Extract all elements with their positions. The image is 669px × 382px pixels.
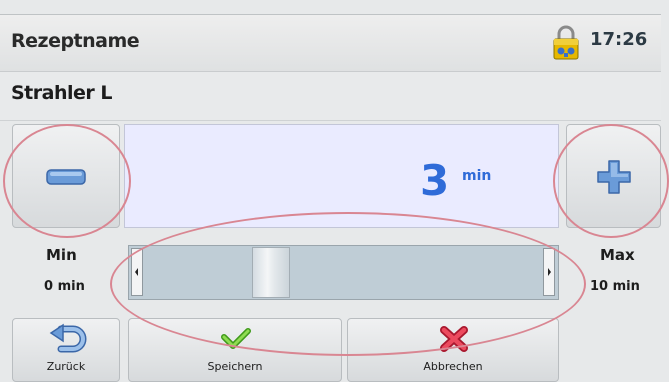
back-label: Zurück — [46, 360, 86, 373]
duration-slider[interactable] — [128, 245, 559, 300]
recipe-screen: Rezeptname 17:26 Strahler L 3 min Min 0 — [0, 0, 669, 382]
decrease-button[interactable] — [12, 124, 120, 228]
save-button[interactable]: Speichern — [128, 318, 342, 382]
recipe-name-title: Rezeptname — [11, 30, 140, 52]
arrow-right-icon — [548, 268, 551, 276]
slider-right-arrow[interactable] — [543, 248, 555, 296]
cancel-label: Abbrechen — [423, 360, 483, 373]
checkmark-icon — [221, 328, 251, 349]
slider-left-arrow[interactable] — [131, 248, 143, 296]
clock-time: 17:26 — [590, 29, 648, 50]
increase-button[interactable] — [566, 124, 661, 228]
cancel-button[interactable]: Abbrechen — [347, 318, 559, 382]
min-value: 0 min — [44, 279, 85, 294]
back-button[interactable]: Zurück — [12, 318, 120, 382]
save-label: Speichern — [207, 360, 263, 373]
plus-icon — [597, 160, 631, 194]
undo-arrow-icon — [49, 323, 87, 353]
max-label: Max — [600, 246, 635, 264]
header-bar: Rezeptname 17:26 — [0, 14, 661, 72]
duration-value: 3 — [420, 156, 450, 205]
lock-icon[interactable] — [551, 25, 581, 61]
min-label: Min — [46, 246, 77, 264]
duration-display — [124, 124, 559, 228]
minus-icon — [46, 169, 86, 185]
slider-thumb[interactable] — [251, 247, 290, 298]
duration-unit: min — [462, 168, 492, 184]
max-value: 10 min — [590, 279, 640, 294]
cross-icon — [440, 326, 468, 352]
recipe-item-name: Strahler L — [11, 82, 112, 104]
recipe-item-bar: Strahler L — [0, 72, 661, 121]
arrow-left-icon — [135, 268, 138, 276]
